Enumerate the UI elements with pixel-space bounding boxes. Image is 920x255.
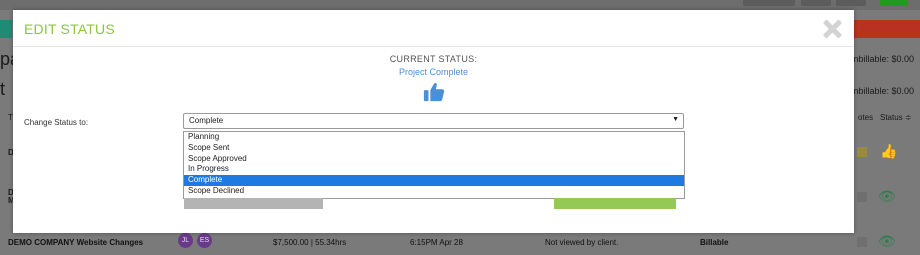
thumbs-up-icon [423, 82, 445, 102]
unbillable-total: Jnbillable: $0.00 [848, 86, 914, 96]
status-option-planning[interactable]: Planning [184, 132, 684, 143]
dropdown-arrow-icon: ▼ [672, 116, 679, 123]
cancel-button[interactable] [184, 198, 323, 209]
close-icon[interactable] [821, 18, 843, 40]
notes-column-header[interactable]: otes [858, 113, 873, 122]
status-option-scope-declined[interactable]: Scope Declined [184, 186, 684, 197]
divider [13, 46, 854, 47]
green-banner [0, 20, 12, 38]
toolbar-button[interactable] [880, 0, 908, 6]
change-status-label: Change Status to: [24, 118, 89, 127]
modal-title: EDIT STATUS [24, 21, 115, 37]
binoculars-icon[interactable]: 👁 [878, 233, 896, 250]
status-select-value: Complete [189, 116, 224, 125]
billing-status: Billable [700, 238, 729, 247]
current-status-value: Project Complete [398, 67, 469, 77]
status-option-scope-approved[interactable]: Scope Approved [184, 154, 684, 165]
status-option-complete[interactable]: Complete [184, 175, 684, 186]
status-option-scope-sent[interactable]: Scope Sent [184, 143, 684, 154]
current-status-label: CURRENT STATUS: [389, 54, 478, 64]
view-status: Not viewed by client. [545, 238, 619, 247]
project-name[interactable]: DEMO COMPANY Website Changes [8, 238, 143, 247]
amount-hours: $7,500.00 | 55.34hrs [273, 238, 347, 247]
avatar[interactable]: JL [178, 233, 193, 248]
thumbs-up-icon[interactable]: 👍 [880, 143, 897, 160]
status-dropdown-list: Planning Scope Sent Scope Approved In Pr… [183, 131, 685, 199]
status-option-in-progress[interactable]: In Progress [184, 164, 684, 175]
unbillable-total: Jnbillable: $0.00 [848, 54, 914, 64]
page-heading-partial: t [0, 79, 6, 99]
binoculars-icon[interactable]: 👁 [878, 188, 896, 205]
note-icon[interactable] [857, 147, 867, 157]
note-icon[interactable] [857, 192, 867, 202]
toolbar-button[interactable] [801, 0, 831, 6]
toolbar-button[interactable] [836, 0, 866, 6]
avatar[interactable]: ES [197, 233, 212, 248]
status-select[interactable]: Complete ▼ [183, 113, 684, 129]
status-column-header[interactable]: Status ≑ [880, 113, 912, 122]
timestamp: 6:15PM Apr 28 [410, 238, 463, 247]
save-button[interactable] [554, 198, 676, 209]
edit-status-modal: EDIT STATUS CURRENT STATUS: Project Comp… [13, 10, 854, 233]
toolbar-button[interactable] [743, 0, 795, 6]
note-icon[interactable] [857, 237, 867, 247]
